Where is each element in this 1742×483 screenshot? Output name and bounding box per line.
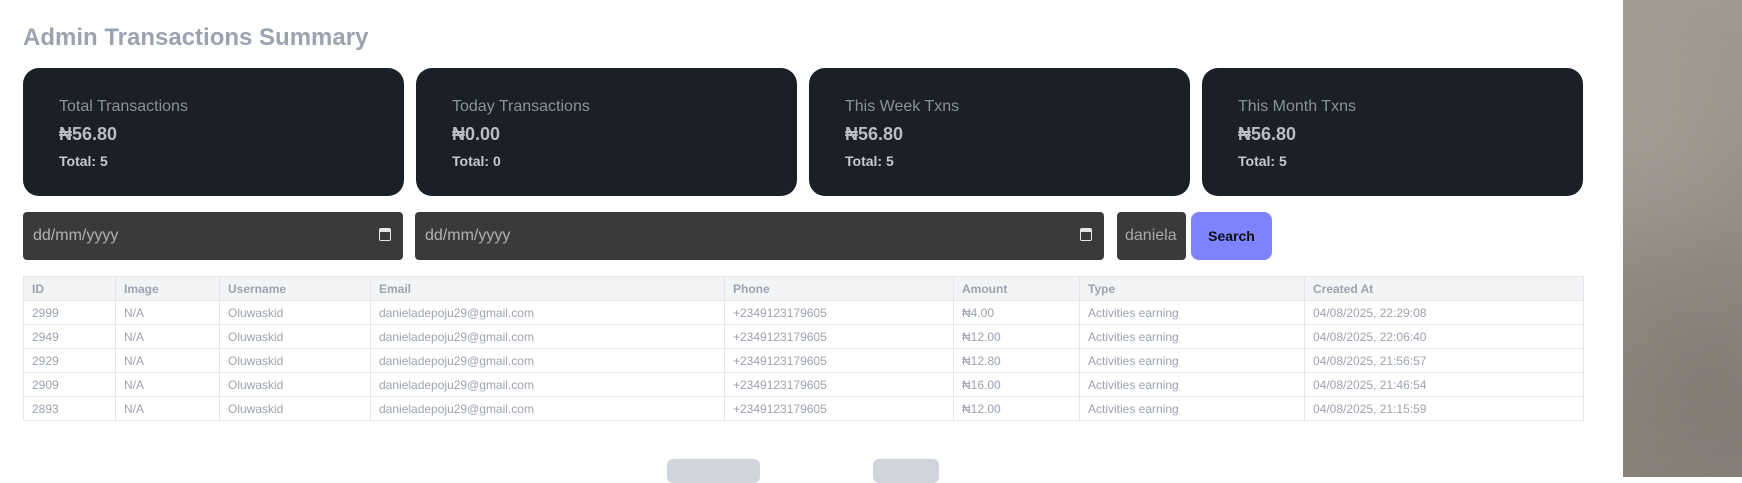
card-label: This Month Txns (1238, 98, 1356, 115)
next-page-button[interactable] (873, 459, 939, 483)
calendar-icon[interactable] (379, 228, 391, 241)
card-label: Total Transactions (59, 98, 188, 115)
card-week-transactions: This Week Txns ₦56.80 Total: 5 (809, 68, 1190, 196)
table-row[interactable]: 2949 N/A Oluwaskid danieladepoju29@gmail… (23, 324, 1584, 349)
cell-type: Activities earning (1079, 348, 1305, 373)
cell-amount: ₦12.80 (953, 348, 1080, 373)
table-row[interactable]: 2929 N/A Oluwaskid danieladepoju29@gmail… (23, 348, 1584, 373)
cell-created-at: 04/08/2025, 21:15:59 (1304, 396, 1584, 421)
cell-amount: ₦4.00 (953, 300, 1080, 325)
search-input[interactable]: daniela (1117, 212, 1186, 260)
background-texture-panel (1623, 0, 1742, 477)
card-today-transactions: Today Transactions ₦0.00 Total: 0 (416, 68, 797, 196)
cell-created-at: 04/08/2025, 22:06:40 (1304, 324, 1584, 349)
start-date-placeholder: dd/mm/yyyy (33, 227, 119, 244)
table-row[interactable]: 2909 N/A Oluwaskid danieladepoju29@gmail… (23, 372, 1584, 397)
transactions-table-wrapper: ID Image Username Email Phone Amount Typ… (23, 276, 1584, 421)
cell-created-at: 04/08/2025, 22:29:08 (1304, 300, 1584, 325)
cell-phone: +2349123179605 (724, 324, 954, 349)
card-count: Total: 5 (59, 153, 108, 169)
cell-email: danieladepoju29@gmail.com (370, 348, 725, 373)
cell-amount: ₦16.00 (953, 372, 1080, 397)
card-amount: ₦56.80 (1238, 124, 1297, 144)
cell-created-at: 04/08/2025, 21:46:54 (1304, 372, 1584, 397)
cell-image: N/A (115, 324, 220, 349)
transactions-table: ID Image Username Email Phone Amount Typ… (23, 276, 1584, 421)
cell-id: 2929 (23, 348, 116, 373)
card-amount: ₦0.00 (452, 124, 501, 144)
column-header-email[interactable]: Email (370, 276, 725, 301)
cell-email: danieladepoju29@gmail.com (370, 396, 725, 421)
main-content: Admin Transactions Summary Total Transac… (0, 0, 1623, 483)
start-date-input[interactable]: dd/mm/yyyy (23, 212, 403, 260)
cell-username: Oluwaskid (219, 348, 371, 373)
cell-amount: ₦12.00 (953, 396, 1080, 421)
column-header-amount[interactable]: Amount (953, 276, 1080, 301)
cell-id: 2949 (23, 324, 116, 349)
column-header-image[interactable]: Image (115, 276, 220, 301)
column-header-created-at[interactable]: Created At (1304, 276, 1584, 301)
cell-phone: +2349123179605 (724, 372, 954, 397)
page-title: Admin Transactions Summary (23, 24, 369, 51)
cell-type: Activities earning (1079, 300, 1305, 325)
column-header-id[interactable]: ID (23, 276, 116, 301)
card-month-transactions: This Month Txns ₦56.80 Total: 5 (1202, 68, 1583, 196)
card-label: Today Transactions (452, 98, 590, 115)
table-row[interactable]: 2999 N/A Oluwaskid danieladepoju29@gmail… (23, 300, 1584, 325)
cell-phone: +2349123179605 (724, 396, 954, 421)
card-count: Total: 5 (845, 153, 894, 169)
summary-cards: Total Transactions ₦56.80 Total: 5 Today… (23, 68, 1583, 196)
end-date-input[interactable]: dd/mm/yyyy (415, 212, 1104, 260)
cell-email: danieladepoju29@gmail.com (370, 372, 725, 397)
card-amount: ₦56.80 (845, 124, 904, 144)
card-amount: ₦56.80 (59, 124, 118, 144)
column-header-username[interactable]: Username (219, 276, 371, 301)
cell-id: 2893 (23, 396, 116, 421)
search-button[interactable]: Search (1191, 212, 1272, 260)
cell-id: 2999 (23, 300, 116, 325)
cell-image: N/A (115, 348, 220, 373)
card-total-transactions: Total Transactions ₦56.80 Total: 5 (23, 68, 404, 196)
calendar-icon[interactable] (1080, 228, 1092, 241)
column-header-phone[interactable]: Phone (724, 276, 954, 301)
cell-username: Oluwaskid (219, 324, 371, 349)
search-input-value: daniela (1125, 227, 1177, 244)
cell-image: N/A (115, 396, 220, 421)
column-header-type[interactable]: Type (1079, 276, 1305, 301)
previous-page-button[interactable] (667, 459, 760, 483)
table-row[interactable]: 2893 N/A Oluwaskid danieladepoju29@gmail… (23, 396, 1584, 421)
cell-image: N/A (115, 372, 220, 397)
cell-created-at: 04/08/2025, 21:56:57 (1304, 348, 1584, 373)
card-label: This Week Txns (845, 98, 960, 115)
cell-phone: +2349123179605 (724, 300, 954, 325)
cell-type: Activities earning (1079, 372, 1305, 397)
cell-image: N/A (115, 300, 220, 325)
table-header-row: ID Image Username Email Phone Amount Typ… (23, 276, 1584, 301)
cell-email: danieladepoju29@gmail.com (370, 324, 725, 349)
end-date-placeholder: dd/mm/yyyy (425, 227, 511, 244)
cell-email: danieladepoju29@gmail.com (370, 300, 725, 325)
cell-type: Activities earning (1079, 396, 1305, 421)
cell-username: Oluwaskid (219, 372, 371, 397)
card-count: Total: 5 (1238, 153, 1287, 169)
cell-type: Activities earning (1079, 324, 1305, 349)
cell-username: Oluwaskid (219, 396, 371, 421)
cell-amount: ₦12.00 (953, 324, 1080, 349)
cell-phone: +2349123179605 (724, 348, 954, 373)
cell-username: Oluwaskid (219, 300, 371, 325)
cell-id: 2909 (23, 372, 116, 397)
card-count: Total: 0 (452, 153, 501, 169)
filter-bar: dd/mm/yyyy dd/mm/yyyy daniela Search (23, 212, 1583, 260)
